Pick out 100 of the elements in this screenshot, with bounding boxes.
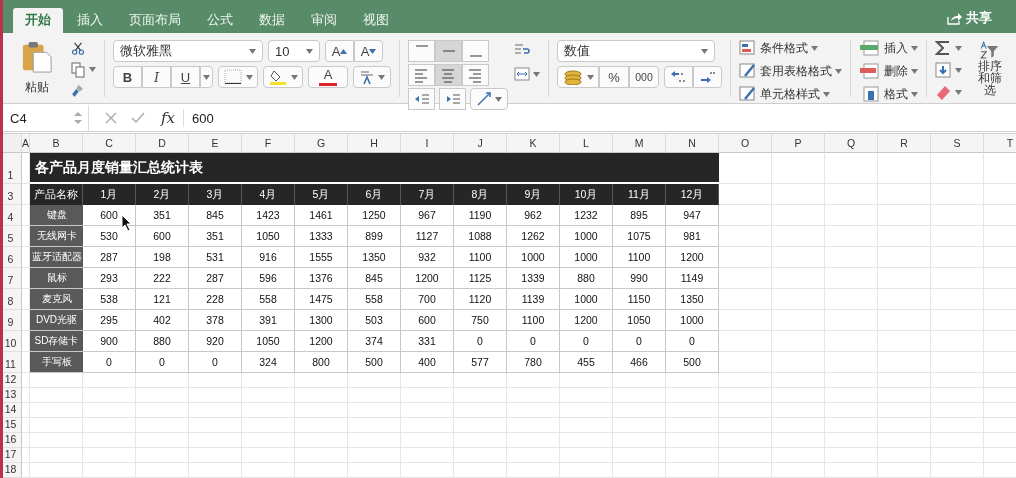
color-bar-icon[interactable] (319, 82, 337, 86)
empty-cell[interactable] (931, 388, 984, 403)
empty-cell[interactable] (825, 418, 878, 433)
alignment-icon[interactable] (413, 66, 430, 84)
cells-icon[interactable] (859, 63, 881, 79)
empty-cell[interactable] (719, 226, 772, 247)
empty-cell[interactable] (242, 433, 295, 448)
check-icon[interactable] (131, 112, 145, 124)
empty-cell[interactable] (719, 433, 772, 448)
paste-button[interactable]: 粘贴 (14, 40, 60, 97)
ribbon-tab[interactable]: 插入 (65, 8, 115, 33)
diagonal-arrow-icon[interactable] (476, 91, 492, 107)
styles-menu-button[interactable]: 单元格样式 (739, 86, 842, 102)
empty-cell[interactable] (348, 373, 401, 388)
empty-cell[interactable] (348, 388, 401, 403)
table-style-icon[interactable] (739, 86, 757, 102)
empty-cell[interactable] (401, 388, 454, 403)
shrink-font-button[interactable]: A (354, 40, 383, 62)
empty-cell[interactable] (931, 403, 984, 418)
empty-cell[interactable] (83, 433, 136, 448)
empty-cell[interactable] (772, 153, 825, 184)
empty-cell[interactable] (666, 433, 719, 448)
empty-cell[interactable] (931, 184, 984, 205)
empty-cell[interactable] (30, 448, 83, 463)
horizontal-align-button[interactable] (462, 64, 489, 86)
empty-cell[interactable] (825, 184, 878, 205)
ribbon-tab[interactable]: 审阅 (299, 8, 349, 33)
empty-cell[interactable] (22, 403, 30, 418)
dropdown-icon[interactable] (203, 74, 210, 80)
sort-filter-button[interactable]: 排序和筛选 (972, 40, 1008, 97)
vertical-align-button[interactable] (462, 40, 489, 62)
share-icon[interactable] (947, 11, 962, 25)
empty-cell[interactable] (878, 448, 931, 463)
empty-cell[interactable] (401, 403, 454, 418)
empty-cell[interactable] (825, 463, 878, 478)
empty-cell[interactable] (878, 418, 931, 433)
ribbon-tab[interactable]: 视图 (351, 8, 401, 33)
currency-button[interactable] (557, 66, 599, 88)
empty-cell[interactable] (878, 463, 931, 478)
empty-cell[interactable] (878, 289, 931, 310)
underline-button[interactable]: U (171, 66, 200, 88)
empty-cell[interactable] (22, 373, 30, 388)
empty-cell[interactable] (719, 289, 772, 310)
empty-cell[interactable] (454, 388, 507, 403)
dropdown-icon[interactable] (955, 89, 962, 95)
borders-button[interactable] (218, 66, 258, 88)
empty-cell[interactable] (454, 403, 507, 418)
empty-cell[interactable] (83, 388, 136, 403)
empty-cell[interactable] (30, 373, 83, 388)
empty-cell[interactable] (666, 373, 719, 388)
empty-cell[interactable] (878, 268, 931, 289)
empty-cell[interactable] (719, 247, 772, 268)
empty-cell[interactable] (560, 433, 613, 448)
empty-cell[interactable] (719, 352, 772, 373)
styles-menu-button[interactable]: 套用表格格式 (739, 63, 842, 79)
empty-cell[interactable] (719, 463, 772, 478)
indent-icon[interactable] (413, 93, 430, 105)
empty-cell[interactable] (931, 331, 984, 352)
empty-cell[interactable] (189, 433, 242, 448)
empty-cell[interactable] (22, 433, 30, 448)
empty-cell[interactable] (719, 448, 772, 463)
empty-cell[interactable] (242, 373, 295, 388)
empty-cell[interactable] (825, 310, 878, 331)
cells-menu-button[interactable]: 格式 (859, 86, 918, 102)
column-header[interactable]: P (772, 134, 825, 153)
dropdown-icon[interactable] (911, 91, 918, 97)
empty-cell[interactable] (825, 205, 878, 226)
empty-cell[interactable] (825, 268, 878, 289)
scissors-icon[interactable] (70, 42, 86, 56)
empty-cell[interactable] (507, 433, 560, 448)
empty-cell[interactable] (454, 433, 507, 448)
empty-cell[interactable] (772, 388, 825, 403)
border-icon[interactable] (223, 69, 242, 85)
empty-cell[interactable] (719, 418, 772, 433)
empty-cell[interactable] (295, 373, 348, 388)
empty-cell[interactable] (931, 373, 984, 388)
empty-cell[interactable] (189, 388, 242, 403)
empty-cell[interactable] (931, 289, 984, 310)
vertical-align-button[interactable] (435, 40, 462, 62)
empty-cell[interactable] (189, 403, 242, 418)
empty-cell[interactable] (507, 388, 560, 403)
dropdown-icon[interactable] (811, 45, 818, 51)
empty-cell[interactable] (825, 373, 878, 388)
coins-icon[interactable] (562, 69, 583, 85)
empty-cell[interactable] (136, 373, 189, 388)
empty-cell[interactable] (507, 463, 560, 478)
empty-cell[interactable] (242, 403, 295, 418)
empty-cell[interactable] (772, 331, 825, 352)
empty-cell[interactable] (878, 226, 931, 247)
empty-cell[interactable] (825, 403, 878, 418)
dropdown-icon[interactable] (249, 48, 256, 54)
empty-cell[interactable] (189, 448, 242, 463)
phonetic-icon[interactable] (359, 69, 375, 85)
empty-cell[interactable] (454, 373, 507, 388)
empty-cell[interactable] (613, 448, 666, 463)
copy-icon[interactable] (70, 61, 86, 78)
name-box[interactable]: C4 (10, 110, 27, 126)
empty-cell[interactable] (772, 352, 825, 373)
empty-cell[interactable] (401, 463, 454, 478)
empty-cell[interactable] (401, 433, 454, 448)
